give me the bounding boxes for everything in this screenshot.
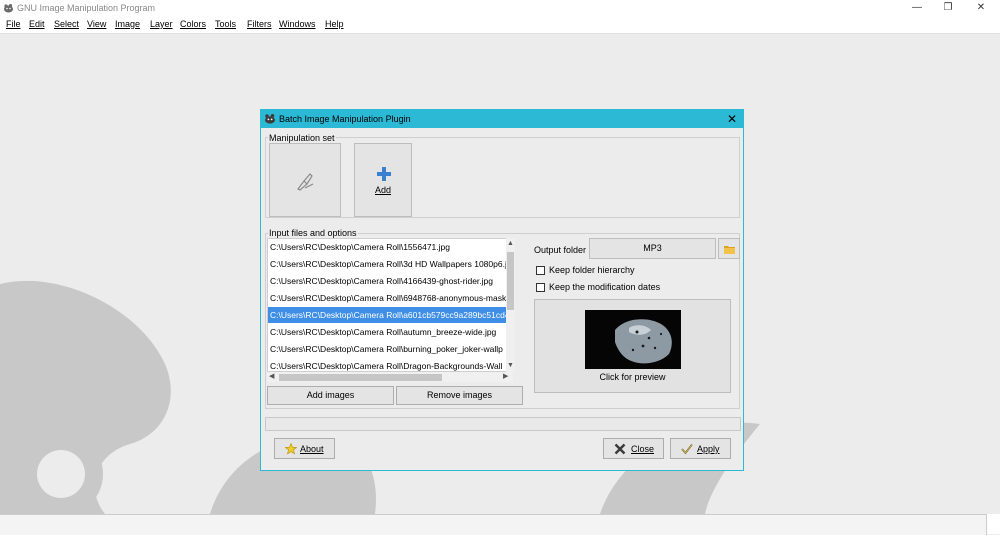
scroll-right-icon[interactable]: ▶ [503,373,508,381]
scroll-left-icon[interactable]: ◀ [269,373,274,381]
remove-images-button[interactable]: Remove images [396,386,523,405]
apply-button[interactable]: Apply [670,438,731,459]
file-list[interactable]: C:\Users\RC\Desktop\Camera Roll\1556471.… [267,238,513,372]
dialog-close-icon[interactable]: ✕ [724,111,740,127]
menu-help[interactable]: Help [325,19,344,29]
gimp-wilber-icon [4,4,13,13]
file-list-item-selected[interactable]: C:\Users\RC\Desktop\Camera Roll\a601cb57… [268,307,508,323]
progress-bar [265,417,741,431]
add-manipulation-label: Add [374,185,391,195]
scroll-up-icon[interactable]: ▲ [507,240,514,248]
restore-button[interactable]: ❐ [933,1,963,15]
cross-icon [614,443,626,455]
browse-folder-button[interactable] [718,238,740,259]
star-icon [285,443,297,455]
menu-filters[interactable]: Filters [247,19,272,29]
horizontal-scroll-thumb[interactable] [279,374,442,381]
menu-select[interactable]: Select [54,19,79,29]
file-list-item[interactable]: C:\Users\RC\Desktop\Camera Roll\autumn_b… [268,324,508,340]
file-list-item[interactable]: C:\Users\RC\Desktop\Camera Roll\Dragon-B… [268,358,508,371]
status-bar [0,514,987,535]
dialog-titlebar[interactable]: Batch Image Manipulation Plugin ✕ [261,110,743,128]
menu-image[interactable]: Image [115,19,140,29]
app-titlebar: GNU Image Manipulation Program — ❐ ✕ [0,0,1000,16]
manipulation-set-label: Manipulation set [268,133,336,143]
menu-tools[interactable]: Tools [215,19,236,29]
keep-folder-hierarchy-label: Keep folder hierarchy [549,265,635,275]
close-button[interactable]: Close [603,438,664,459]
brush-icon [297,173,314,191]
file-list-item[interactable]: C:\Users\RC\Desktop\Camera Roll\4166439-… [268,273,508,289]
menu-view[interactable]: View [87,19,106,29]
preview-panel[interactable]: Click for preview [534,299,731,393]
menu-colors[interactable]: Colors [180,19,206,29]
add-images-button[interactable]: Add images [267,386,394,405]
file-list-item[interactable]: C:\Users\RC\Desktop\Camera Roll\6948768-… [268,290,508,306]
plus-icon [377,167,391,181]
menu-windows[interactable]: Windows [279,19,316,29]
add-manipulation-button[interactable]: Add [354,143,412,217]
dialog-title: Batch Image Manipulation Plugin [279,114,411,124]
folder-icon [724,246,735,254]
menu-edit[interactable]: Edit [29,19,45,29]
output-folder-label: Output folder [534,245,587,255]
menu-layer[interactable]: Layer [150,19,173,29]
file-list-vertical-scrollbar[interactable]: ▲ ▼ [506,238,515,372]
file-list-horizontal-scrollbar[interactable]: ◀ ▶ [267,372,513,382]
manipulation-tile[interactable] [269,143,341,217]
gimp-wilber-icon [265,114,275,124]
app-title: GNU Image Manipulation Program [17,3,156,13]
file-list-item[interactable]: C:\Users\RC\Desktop\Camera Roll\1556471.… [268,239,508,255]
apply-label: Apply [697,444,720,454]
menu-file[interactable]: File [6,19,21,29]
input-files-label: Input files and options [268,228,358,238]
window-close-button[interactable]: ✕ [966,1,996,15]
keep-folder-hierarchy-checkbox[interactable] [536,266,545,275]
close-label: Close [631,444,655,454]
scroll-down-icon[interactable]: ▼ [507,362,514,370]
file-list-item[interactable]: C:\Users\RC\Desktop\Camera Roll\3d HD Wa… [268,256,508,272]
checkmark-icon [681,444,693,455]
preview-image [585,310,681,369]
minimize-button[interactable]: — [902,1,932,15]
menubar: File Edit Select View Image Layer Colors… [0,16,1000,34]
about-label: About [300,444,324,454]
output-folder-field[interactable]: MP3 [589,238,716,259]
about-button[interactable]: About [274,438,335,459]
keep-modification-dates-checkbox[interactable] [536,283,545,292]
file-list-item[interactable]: C:\Users\RC\Desktop\Camera Roll\burning_… [268,341,508,357]
status-bar-corner [987,514,1000,534]
bimp-dialog: Batch Image Manipulation Plugin ✕ Manipu… [260,109,744,471]
preview-caption: Click for preview [599,372,666,382]
vertical-scroll-thumb[interactable] [507,252,514,310]
keep-modification-dates-label: Keep the modification dates [549,282,661,292]
